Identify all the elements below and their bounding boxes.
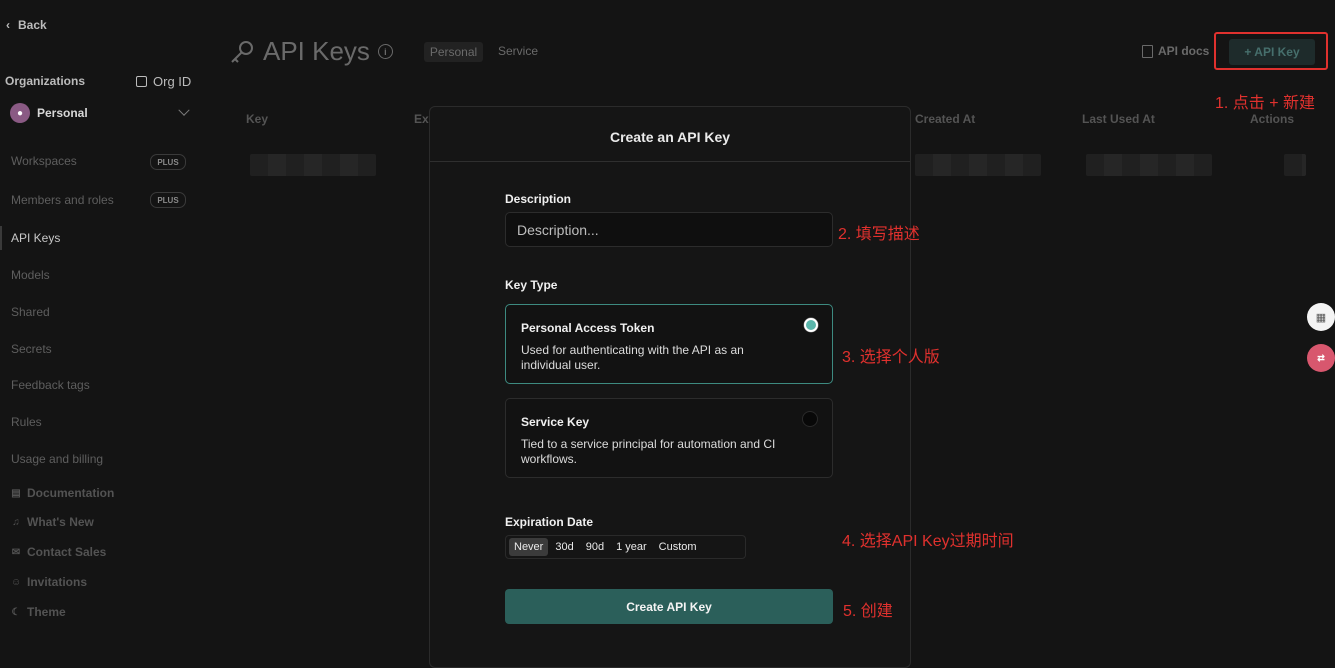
annotation-step-4: 4. 选择API Key过期时间: [842, 533, 1014, 550]
column-header-actions: Actions: [1250, 112, 1295, 126]
org-name: Personal: [37, 106, 88, 120]
footer-label: What's New: [27, 515, 94, 529]
key-type-service-option[interactable]: Service Key Tied to a service principal …: [505, 398, 833, 478]
option-description: Tied to a service principal for automati…: [521, 437, 776, 466]
mail-icon: ✉: [11, 546, 21, 558]
org-id-button[interactable]: Org ID: [136, 74, 191, 89]
moon-icon: ☾: [11, 606, 21, 618]
radio-unselected-icon[interactable]: [802, 411, 818, 427]
back-label: Back: [18, 18, 47, 32]
description-input[interactable]: [505, 212, 833, 247]
footer-documentation[interactable]: ▤ Documentation: [11, 486, 114, 500]
sidebar: ‹ Back Organizations Org ID ● Personal W…: [0, 0, 205, 645]
org-selector[interactable]: ● Personal: [10, 103, 190, 123]
expiration-selector: Never 30d 90d 1 year Custom: [505, 535, 746, 559]
expiration-option-30d[interactable]: 30d: [550, 538, 578, 556]
footer-label: Invitations: [27, 575, 88, 589]
chevron-down-icon: [178, 104, 190, 116]
footer-contact-sales[interactable]: ✉ Contact Sales: [11, 545, 107, 559]
bell-icon: ♫: [12, 516, 20, 528]
option-description: Used for authenticating with the API as …: [521, 343, 744, 372]
api-docs-label: API docs: [1158, 44, 1210, 58]
create-api-key-button[interactable]: Create API Key: [505, 589, 833, 624]
sidebar-item-secrets[interactable]: Secrets: [11, 342, 52, 356]
plus-badge: PLUS: [150, 192, 186, 208]
org-id-label: Org ID: [153, 74, 192, 89]
info-icon[interactable]: i: [377, 44, 393, 59]
expiration-label: Expiration Date: [505, 515, 594, 529]
footer-label: Contact Sales: [27, 545, 107, 559]
apps-icon[interactable]: ▦: [1307, 303, 1335, 331]
translate-icon[interactable]: ⇄: [1307, 344, 1335, 372]
annotation-step-3: 3. 选择个人版: [842, 349, 940, 366]
expiration-option-90d[interactable]: 90d: [581, 538, 609, 556]
option-title: Service Key: [521, 415, 590, 429]
annotation-step-5: 5. 创建: [843, 603, 893, 620]
column-header-last-used: Last Used At: [1082, 112, 1155, 126]
highlight-box: [1214, 32, 1328, 70]
create-api-key-modal: Create an API Key Description Key Type P…: [429, 106, 911, 668]
footer-label: Theme: [27, 605, 66, 619]
key-icon: [231, 40, 253, 63]
document-icon: ▤: [11, 487, 21, 499]
sidebar-item-usage-billing[interactable]: Usage and billing: [11, 452, 103, 466]
annotation-step-1: 1. 点击 + 新建: [1215, 95, 1316, 112]
annotation-step-2: 2. 填写描述: [838, 226, 920, 243]
table-row: [1086, 154, 1212, 176]
sidebar-item-api-keys[interactable]: API Keys: [11, 231, 60, 245]
footer-label: Documentation: [27, 486, 115, 500]
sidebar-item-shared[interactable]: Shared: [11, 305, 50, 319]
table-row: [915, 154, 1041, 176]
chevron-left-icon: ‹: [6, 18, 10, 32]
sidebar-item-feedback-tags[interactable]: Feedback tags: [11, 378, 90, 392]
document-icon: [1142, 44, 1153, 58]
expiration-option-custom[interactable]: Custom: [654, 538, 702, 556]
footer-invitations[interactable]: ☺ Invitations: [11, 575, 87, 589]
divider: [430, 161, 910, 162]
modal-title: Create an API Key: [609, 129, 731, 145]
expiration-option-1year[interactable]: 1 year: [611, 538, 652, 556]
expiration-option-never[interactable]: Never: [509, 538, 549, 556]
option-title: Personal Access Token: [521, 321, 655, 335]
page-title: API Keys i: [229, 36, 393, 67]
table-row: [250, 154, 376, 176]
sidebar-item-models[interactable]: Models: [11, 268, 50, 282]
sidebar-item-rules[interactable]: Rules: [11, 415, 42, 429]
table-row: [1284, 154, 1306, 176]
key-type-label: Key Type: [505, 278, 558, 292]
footer-theme[interactable]: ☾ Theme: [11, 605, 66, 619]
copy-icon: [136, 76, 147, 87]
organizations-label: Organizations: [5, 74, 86, 88]
column-header-created-at: Created At: [915, 112, 976, 126]
api-docs-link[interactable]: API docs: [1142, 44, 1209, 58]
active-indicator: [0, 226, 2, 250]
sidebar-item-workspaces[interactable]: Workspaces: [11, 154, 77, 168]
plus-badge: PLUS: [150, 154, 186, 170]
back-link[interactable]: ‹ Back: [6, 18, 47, 32]
user-icon: ☺: [11, 576, 22, 588]
column-header-expires: Ex: [414, 112, 429, 126]
tab-personal[interactable]: Personal: [424, 42, 483, 62]
sidebar-item-members[interactable]: Members and roles: [11, 193, 114, 207]
radio-selected-icon[interactable]: [804, 318, 818, 332]
key-type-personal-option[interactable]: Personal Access Token Used for authentic…: [505, 304, 833, 384]
page-title-text: API Keys: [263, 36, 370, 66]
tab-service[interactable]: Service: [498, 44, 538, 58]
footer-whats-new[interactable]: ♫ What's New: [11, 515, 94, 529]
description-label: Description: [505, 192, 572, 206]
avatar: ●: [10, 103, 30, 123]
column-header-key: Key: [246, 112, 269, 126]
